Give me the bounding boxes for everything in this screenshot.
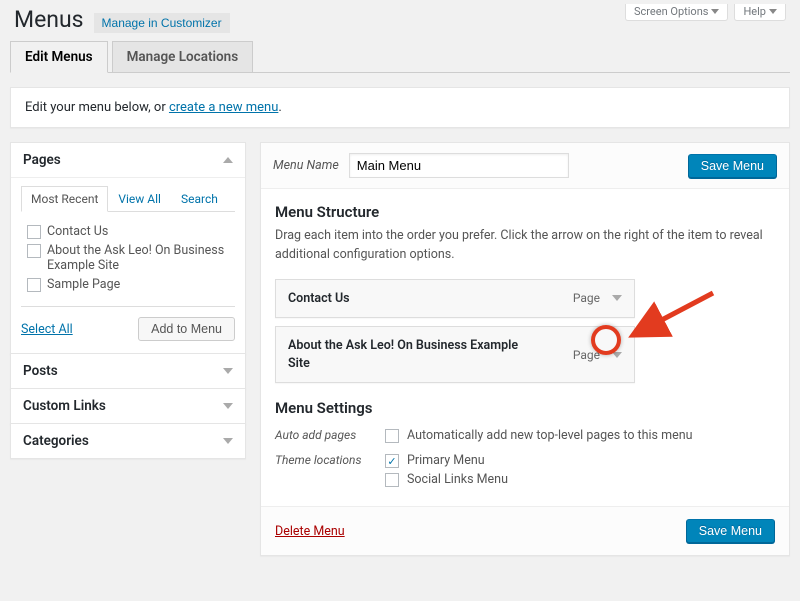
tab-edit-menus[interactable]: Edit Menus bbox=[10, 41, 108, 73]
save-menu-button[interactable]: Save Menu bbox=[688, 154, 777, 178]
help-toggle[interactable]: Help bbox=[734, 4, 786, 21]
metabox-categories-title: Categories bbox=[23, 433, 89, 449]
save-menu-button-footer[interactable]: Save Menu bbox=[686, 519, 775, 543]
checkbox-icon[interactable] bbox=[27, 244, 41, 258]
chevron-down-icon bbox=[223, 438, 233, 444]
checkbox-icon[interactable] bbox=[27, 278, 41, 292]
metabox-posts-toggle[interactable]: Posts bbox=[11, 354, 245, 388]
metabox-posts-title: Posts bbox=[23, 363, 58, 379]
tab-manage-locations[interactable]: Manage Locations bbox=[112, 41, 254, 73]
metabox-categories-toggle[interactable]: Categories bbox=[11, 424, 245, 458]
screen-options-label: Screen Options bbox=[634, 5, 708, 18]
auto-add-pages-label: Auto add pages bbox=[275, 426, 385, 445]
menu-structure-title: Menu Structure bbox=[275, 203, 775, 221]
page-item[interactable]: Sample Page bbox=[27, 275, 229, 294]
menu-name-label: Menu Name bbox=[273, 158, 339, 173]
screen-options-toggle[interactable]: Screen Options bbox=[625, 4, 728, 21]
auto-add-pages-option[interactable]: Automatically add new top-level pages to… bbox=[385, 426, 693, 445]
checkbox-icon[interactable] bbox=[385, 473, 399, 487]
chevron-up-icon bbox=[223, 157, 233, 163]
pages-tab-most-recent[interactable]: Most Recent bbox=[21, 186, 108, 212]
menu-name-input[interactable] bbox=[349, 153, 569, 178]
theme-locations-label: Theme locations bbox=[275, 451, 385, 489]
metabox-custom-links-title: Custom Links bbox=[23, 398, 106, 414]
menu-item-title: Contact Us bbox=[288, 290, 573, 308]
theme-location-label: Primary Menu bbox=[407, 453, 485, 468]
chevron-down-icon[interactable] bbox=[612, 352, 622, 358]
menu-structure-help: Drag each item into the order you prefer… bbox=[275, 227, 775, 265]
page-item-label: Sample Page bbox=[47, 277, 120, 292]
metabox-pages-toggle[interactable]: Pages bbox=[11, 143, 245, 177]
page-title: Menus bbox=[14, 6, 84, 33]
theme-location-option[interactable]: ✓ Primary Menu bbox=[385, 451, 508, 470]
chevron-down-icon bbox=[223, 368, 233, 374]
pages-tab-view-all[interactable]: View All bbox=[108, 186, 171, 212]
page-item[interactable]: About the Ask Leo! On Business Example S… bbox=[27, 241, 229, 275]
add-to-menu-button[interactable]: Add to Menu bbox=[138, 317, 235, 341]
auto-add-pages-text: Automatically add new top-level pages to… bbox=[407, 428, 693, 443]
checkbox-icon[interactable] bbox=[27, 225, 41, 239]
chevron-down-icon bbox=[223, 403, 233, 409]
select-all-link[interactable]: Select All bbox=[21, 322, 73, 337]
menu-item-title: About the Ask Leo! On Business Example S… bbox=[288, 337, 573, 372]
create-new-menu-link[interactable]: create a new menu bbox=[169, 100, 278, 115]
chevron-down-icon bbox=[711, 9, 719, 14]
help-label: Help bbox=[743, 5, 766, 18]
chevron-down-icon bbox=[769, 9, 777, 14]
theme-location-label: Social Links Menu bbox=[407, 472, 508, 487]
page-item-label: Contact Us bbox=[47, 224, 108, 239]
theme-location-option[interactable]: Social Links Menu bbox=[385, 470, 508, 489]
metabox-custom-links-toggle[interactable]: Custom Links bbox=[11, 389, 245, 423]
metabox-pages-title: Pages bbox=[23, 152, 61, 168]
menu-settings-title: Menu Settings bbox=[275, 399, 775, 417]
chevron-down-icon[interactable] bbox=[612, 295, 622, 301]
intro-message: Edit your menu below, or create a new me… bbox=[10, 87, 790, 128]
intro-prefix: Edit your menu below, or bbox=[25, 100, 169, 115]
checkbox-icon[interactable]: ✓ bbox=[385, 454, 399, 468]
delete-menu-link[interactable]: Delete Menu bbox=[275, 524, 345, 539]
page-item[interactable]: Contact Us bbox=[27, 222, 229, 241]
intro-suffix: . bbox=[278, 100, 281, 115]
menu-item[interactable]: Contact Us Page bbox=[275, 279, 635, 319]
pages-tab-search[interactable]: Search bbox=[171, 186, 228, 212]
menu-item-type-label: Page bbox=[573, 348, 600, 362]
menu-item-type-label: Page bbox=[573, 291, 600, 305]
checkbox-icon[interactable] bbox=[385, 429, 399, 443]
menu-item[interactable]: About the Ask Leo! On Business Example S… bbox=[275, 326, 635, 383]
manage-in-customizer-button[interactable]: Manage in Customizer bbox=[94, 13, 230, 33]
page-item-label: About the Ask Leo! On Business Example S… bbox=[47, 243, 229, 273]
